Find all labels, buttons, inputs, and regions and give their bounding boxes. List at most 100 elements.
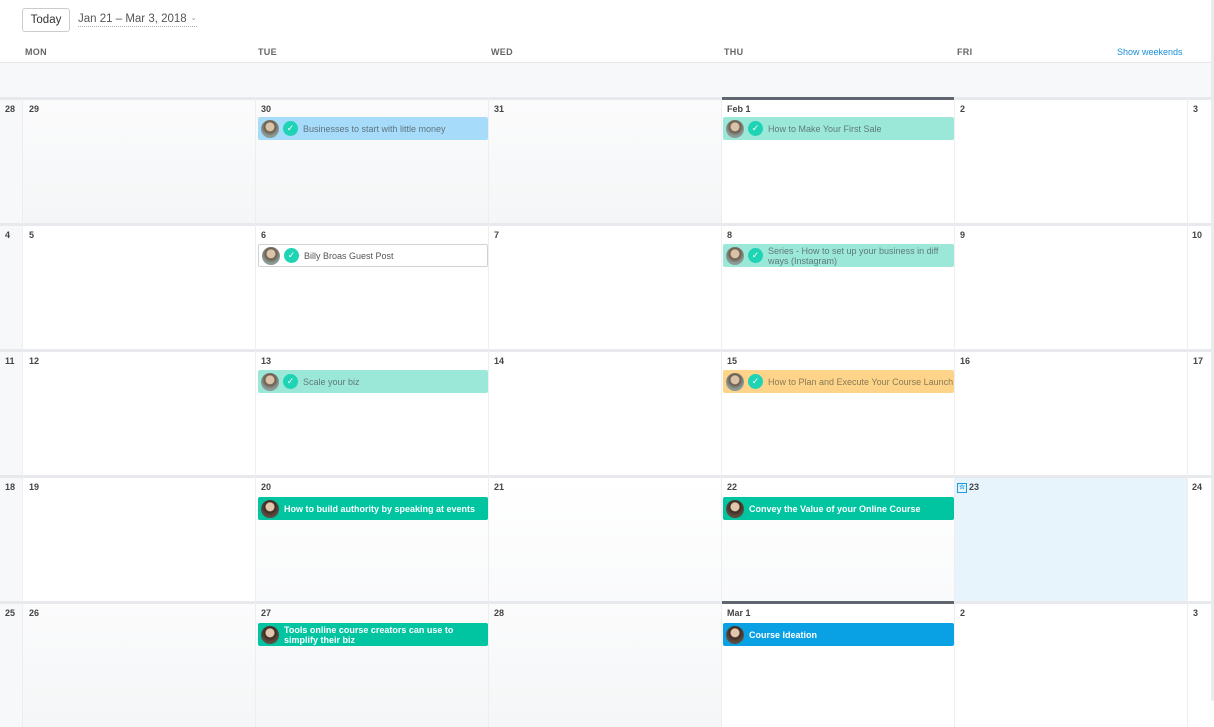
event-title: How to Make Your First Sale (768, 123, 882, 134)
event-title: Series - How to set up your business in … (768, 245, 939, 266)
dow-monday: MON (25, 47, 47, 57)
day-cell-month-start[interactable]: Mar 1 (722, 601, 954, 727)
day-number: 5 (29, 230, 35, 240)
event-title: How to build authority by speaking at ev… (284, 503, 476, 514)
day-cell-sat[interactable]: 17 (1188, 349, 1211, 475)
day-number: 2 (960, 608, 966, 618)
avatar (262, 246, 280, 265)
event-card[interactable]: How to build authority by speaking at ev… (258, 497, 488, 520)
check-circle-icon[interactable]: ✓ (283, 121, 298, 136)
day-cell-sun[interactable]: 28 (0, 97, 22, 223)
day-cell[interactable]: 6 (256, 223, 488, 349)
day-number: 31 (494, 104, 505, 114)
day-cell-sun[interactable]: 18 (0, 475, 22, 601)
event-card[interactable]: ✓ Businesses to start with little money (258, 117, 488, 140)
check-circle-icon[interactable]: ✓ (283, 374, 298, 389)
day-number: 18 (5, 482, 16, 492)
day-cell-today[interactable]: ☆ 23 (955, 475, 1187, 601)
day-cell[interactable]: 19 (23, 475, 255, 601)
event-title: Course Ideation (749, 629, 818, 640)
day-number: 28 (5, 104, 16, 114)
event-title: Tools online course creators can use to … (284, 624, 454, 645)
week-row: 11 12 13 14 15 16 17 ✓ Scale your biz ✓ … (0, 349, 1212, 475)
day-cell[interactable]: 15 (722, 349, 954, 475)
dow-thursday: THU (724, 47, 744, 57)
day-cell-sun[interactable]: 4 (0, 223, 22, 349)
day-number: 24 (1192, 482, 1203, 492)
avatar (261, 119, 279, 138)
day-number: 10 (1192, 230, 1203, 240)
event-title: How to Plan and Execute Your Course Laun… (768, 376, 954, 387)
day-cell[interactable]: 2 (955, 601, 1187, 727)
day-cell[interactable]: 5 (23, 223, 255, 349)
check-circle-icon[interactable]: ✓ (748, 374, 763, 389)
day-number: 28 (494, 608, 505, 618)
day-cell[interactable]: 8 (722, 223, 954, 349)
day-number: 19 (29, 482, 40, 492)
event-title: Convey the Value of your Online Course (749, 503, 921, 514)
event-card[interactable]: Convey the Value of your Online Course (723, 497, 954, 520)
event-card[interactable]: ✓ How to Make Your First Sale (723, 117, 954, 140)
day-number: Mar 1 (727, 608, 751, 618)
event-card[interactable]: Tools online course creators can use to … (258, 623, 488, 646)
avatar (261, 499, 279, 518)
day-cell[interactable]: 29 (23, 97, 255, 223)
day-number: 20 (261, 482, 272, 492)
dow-wednesday: WED (491, 47, 513, 57)
day-cell[interactable]: 28 (489, 601, 721, 727)
day-number: 14 (494, 356, 505, 366)
day-cell-sat[interactable]: 3 (1188, 601, 1211, 727)
event-card[interactable]: ✓ Billy Broas Guest Post (258, 244, 488, 267)
day-number: Feb 1 (727, 104, 751, 114)
day-cell-month-start[interactable]: Feb 1 (722, 97, 954, 223)
day-cell[interactable]: 12 (23, 349, 255, 475)
day-cell[interactable]: 13 (256, 349, 488, 475)
chevron-down-icon: ⌄ (190, 15, 197, 22)
day-cell[interactable]: 26 (23, 601, 255, 727)
day-cell-sat[interactable]: 10 (1188, 223, 1211, 349)
day-number: 9 (960, 230, 966, 240)
day-cell[interactable]: 9 (955, 223, 1187, 349)
day-cell[interactable]: 27 (256, 601, 488, 727)
avatar (726, 246, 744, 265)
day-cell-sat[interactable]: 24 (1188, 475, 1211, 601)
day-cell[interactable]: 2 (955, 97, 1187, 223)
star-icon: ☆ (957, 482, 967, 493)
day-number: 4 (5, 230, 11, 240)
event-card[interactable]: ✓ Scale your biz (258, 370, 488, 393)
day-number: 2 (960, 104, 966, 114)
day-number: 27 (261, 608, 272, 618)
day-cell[interactable]: 16 (955, 349, 1187, 475)
check-circle-icon[interactable]: ✓ (748, 248, 763, 263)
day-number: 13 (261, 356, 272, 366)
week-row: 18 19 20 21 22 ☆ 23 24 How to build autho… (0, 475, 1212, 601)
day-cell-sun[interactable]: 11 (0, 349, 22, 475)
today-button[interactable]: Today (22, 8, 70, 32)
day-cell[interactable]: 7 (489, 223, 721, 349)
event-title: Billy Broas Guest Post (304, 250, 394, 261)
check-circle-icon[interactable]: ✓ (284, 248, 299, 263)
avatar (261, 372, 279, 391)
event-card[interactable]: ✓ Series - How to set up your business i… (723, 244, 954, 267)
event-title: Businesses to start with little money (303, 123, 446, 134)
day-cell[interactable]: 14 (489, 349, 721, 475)
day-cell-sat[interactable]: 3 (1188, 97, 1211, 223)
day-number: 16 (960, 356, 971, 366)
event-card[interactable]: Course Ideation (723, 623, 954, 646)
day-number: 3 (1193, 104, 1199, 114)
avatar (261, 625, 279, 644)
event-card[interactable]: ✓ How to Plan and Execute Your Course La… (723, 370, 954, 393)
show-weekends-link[interactable]: Show weekends (1117, 47, 1183, 57)
dow-tuesday: TUE (258, 47, 277, 57)
day-cell[interactable]: 21 (489, 475, 721, 601)
week-row: 28 29 30 31 Feb 1 2 3 ✓ Businesses to st… (0, 97, 1212, 223)
check-circle-icon[interactable]: ✓ (748, 121, 763, 136)
day-cell-sun[interactable]: 25 (0, 601, 22, 727)
day-number: 30 (261, 104, 272, 114)
day-number: 22 (727, 482, 738, 492)
day-cell[interactable]: 31 (489, 97, 721, 223)
day-cell[interactable]: 30 (256, 97, 488, 223)
day-cell[interactable]: 20 (256, 475, 488, 601)
date-range-picker[interactable]: Jan 21 – Mar 3, 2018 ⌄ (78, 12, 197, 27)
day-cell[interactable]: 22 (722, 475, 954, 601)
